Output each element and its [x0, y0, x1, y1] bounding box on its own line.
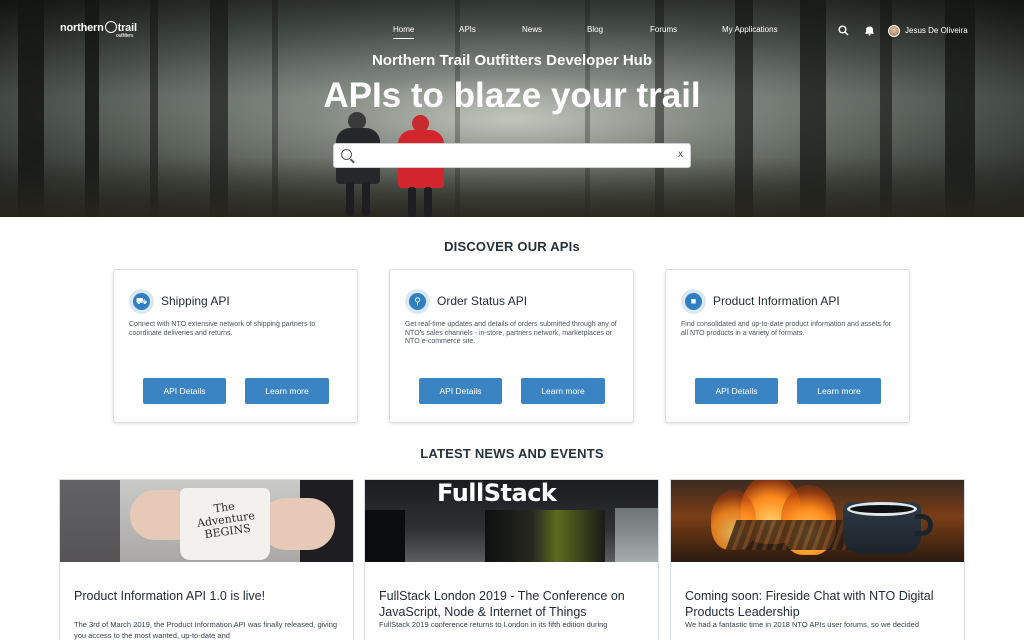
- news-card[interactable]: FullStack FullStack London 2019 - The Co…: [364, 479, 659, 640]
- nav-blog[interactable]: Blog: [587, 25, 603, 34]
- news-title[interactable]: FullStack London 2019 - The Conference o…: [379, 588, 649, 620]
- search-icon[interactable]: [838, 25, 849, 36]
- truck-icon: ⛟: [133, 293, 150, 310]
- news-summary: The 3rd of March 2019, the Product Infor…: [74, 620, 338, 640]
- hero-subtitle: Northern Trail Outfitters Developer Hub: [371, 52, 653, 69]
- hero-title: APIs to blaze your trail: [323, 76, 701, 115]
- nav-apis[interactable]: APIs: [459, 25, 476, 34]
- api-name[interactable]: Shipping API: [161, 294, 230, 308]
- top-navigation: northern trail outfitters Home APIs News …: [0, 0, 1024, 60]
- nav-home[interactable]: Home: [393, 25, 415, 39]
- apis-heading: DISCOVER OUR APIs: [444, 239, 580, 254]
- news-heading: LATEST NEWS AND EVENTS: [420, 446, 604, 461]
- api-details-button[interactable]: API Details: [695, 378, 778, 404]
- news-image-fullstack: FullStack: [365, 480, 658, 562]
- api-description: Find consolidated and up-to-date product…: [681, 321, 892, 337]
- api-details-button[interactable]: API Details: [143, 378, 226, 404]
- news-image-mug: The Adventure BEGINS: [60, 480, 353, 562]
- close-icon[interactable]: x: [678, 149, 683, 160]
- news-card[interactable]: The Adventure BEGINS Product Information…: [59, 479, 354, 640]
- api-card-shipping: ⛟ Shipping API Connect with NTO extensiv…: [113, 269, 358, 423]
- search-icon: [341, 149, 352, 160]
- learn-more-button[interactable]: Learn more: [521, 378, 605, 404]
- jacket-icon: ■: [685, 293, 702, 310]
- news-title[interactable]: Coming soon: Fireside Chat with NTO Digi…: [685, 588, 955, 620]
- cart-icon: ⚲: [409, 293, 426, 310]
- bell-icon[interactable]: [864, 25, 875, 36]
- search-box: x: [333, 143, 691, 168]
- api-description: Get real-time updates and details of ord…: [405, 321, 617, 345]
- api-card-product-information: ■ Product Information API Find consolida…: [665, 269, 910, 423]
- avatar[interactable]: [888, 25, 900, 37]
- learn-more-button[interactable]: Learn more: [245, 378, 329, 404]
- news-card[interactable]: Coming soon: Fireside Chat with NTO Digi…: [670, 479, 965, 640]
- search-input[interactable]: [358, 147, 668, 165]
- fullstack-logo-text: FullStack: [437, 480, 557, 507]
- news-summary: FullStack 2019 conference returns to Lon…: [379, 620, 608, 629]
- user-name[interactable]: Jesus De Oliveira: [905, 26, 968, 35]
- api-name[interactable]: Order Status API: [437, 294, 527, 308]
- brand-logo[interactable]: northern trail outfitters: [60, 21, 137, 39]
- hero-banner: northern trail outfitters Home APIs News …: [0, 0, 1024, 217]
- nav-my-applications[interactable]: My Applications: [722, 25, 778, 34]
- api-card-order-status: ⚲ Order Status API Get real-time updates…: [389, 269, 634, 423]
- learn-more-button[interactable]: Learn more: [797, 378, 881, 404]
- news-summary: We had a fantastic time in 2018 NTO APIs…: [685, 620, 920, 629]
- api-details-button[interactable]: API Details: [419, 378, 502, 404]
- api-description: Connect with NTO extensive network of sh…: [129, 321, 316, 337]
- nav-forums[interactable]: Forums: [650, 25, 677, 34]
- news-image-fireside: [671, 480, 964, 562]
- news-title[interactable]: Product Information API 1.0 is live!: [74, 588, 344, 604]
- api-name[interactable]: Product Information API: [713, 294, 840, 308]
- compass-icon: [104, 21, 117, 33]
- nav-news[interactable]: News: [522, 25, 542, 34]
